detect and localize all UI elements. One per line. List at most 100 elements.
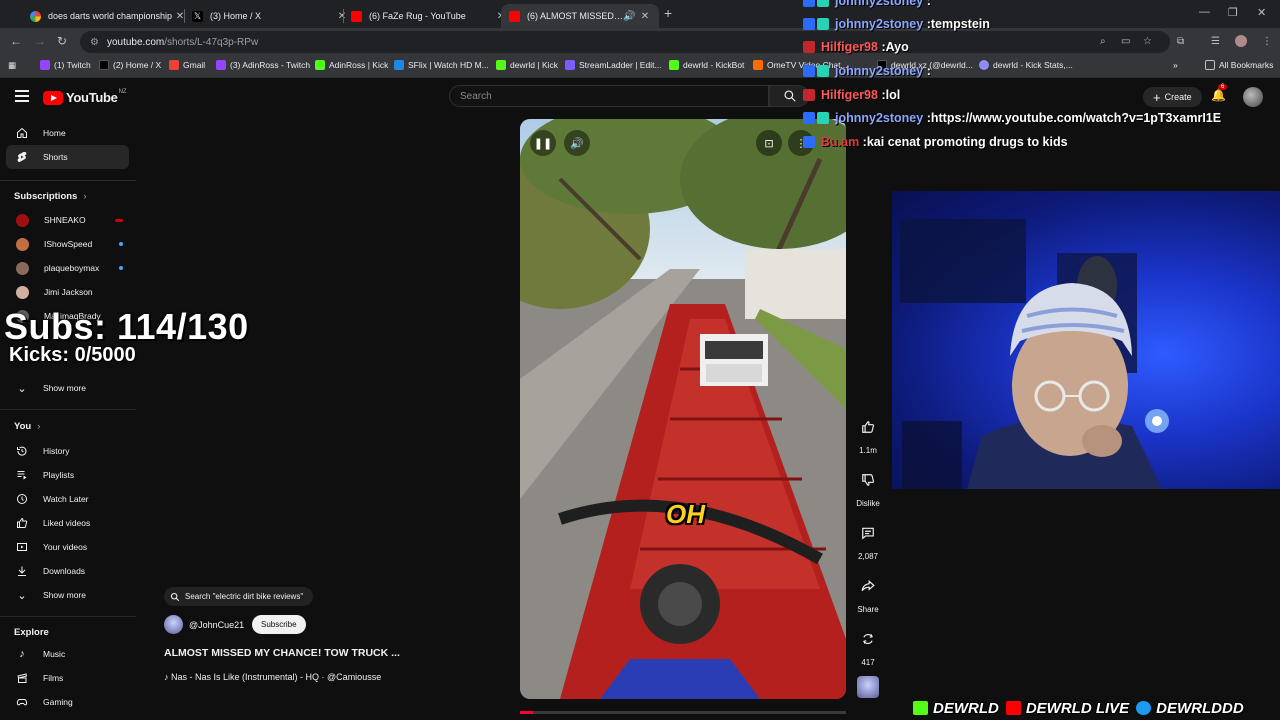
sidebar-subscription[interactable]: plaqueboymax: [6, 256, 129, 280]
speaker-icon[interactable]: 🔊: [623, 11, 635, 22]
sidebar-item-history[interactable]: History: [6, 439, 129, 463]
share-button[interactable]: Share: [851, 572, 885, 614]
you-header[interactable]: You ›: [14, 421, 40, 432]
sidebar-item-shorts[interactable]: Shorts: [6, 145, 129, 169]
folder-icon: [1205, 60, 1215, 70]
url-path: /shorts/L-47q3p-RPw: [164, 36, 259, 48]
search-suggestion-chip[interactable]: Search "electric dirt bike reviews": [164, 587, 314, 606]
home-icon: [16, 127, 28, 139]
bookmark-item[interactable]: dewrld - Kick Stats,...: [979, 60, 1073, 70]
site-info-icon[interactable]: ⚙: [90, 37, 99, 48]
back-icon[interactable]: ←: [10, 34, 22, 48]
sidebar-subscription[interactable]: IShowSpeed: [6, 232, 129, 256]
profile-avatar[interactable]: [1235, 35, 1247, 47]
video-progress-bar[interactable]: [520, 711, 846, 714]
account-avatar[interactable]: [1243, 87, 1263, 107]
kicks-goal-overlay: Kicks: 0/5000: [9, 344, 136, 366]
films-icon: [16, 672, 28, 684]
sidebar-item-films[interactable]: Films: [6, 666, 129, 690]
twitter-bird-icon: [1136, 701, 1152, 715]
thumbs-up-icon: [854, 413, 882, 441]
bookmark-item[interactable]: (2) Home / X: [99, 60, 161, 70]
create-button[interactable]: + Create: [1143, 87, 1202, 107]
sidebar-item-liked-videos[interactable]: Liked videos: [6, 511, 129, 535]
sidebar-item-playlists[interactable]: Playlists: [6, 463, 129, 487]
volume-button[interactable]: 🔊: [564, 130, 590, 156]
sidebar-item-downloads[interactable]: Downloads: [6, 559, 129, 583]
bookmark-item[interactable]: dewrld | Kick: [496, 60, 558, 70]
kick-icon: [669, 60, 679, 70]
youtube-logo[interactable]: YouTube NZ: [43, 89, 127, 105]
minimize-button[interactable]: —: [1199, 6, 1210, 18]
sidebar-item-gaming[interactable]: Gaming: [6, 690, 129, 714]
browser-tab-active[interactable]: (6) ALMOST MISSED MY CH 🔊 ✕: [501, 4, 659, 28]
browser-tab-faze-rug[interactable]: (6) FaZe Rug - YouTube ✕: [343, 4, 515, 28]
window-close-button[interactable]: ✕: [1257, 6, 1266, 19]
sidebar-subscription[interactable]: SHNEAKO: [6, 208, 129, 232]
hamburger-menu-icon[interactable]: [15, 90, 29, 102]
bookmarks-overflow-icon[interactable]: »: [1173, 60, 1178, 70]
captions-button[interactable]: ⊡: [756, 130, 782, 156]
webcam-frame: [900, 219, 1169, 489]
comment-icon: [854, 519, 882, 547]
sidebar-item-music[interactable]: ♪ Music: [6, 642, 129, 666]
extensions-icon[interactable]: ⧉: [1177, 36, 1184, 47]
zoom-icon[interactable]: ⌕: [1100, 36, 1106, 47]
sound-avatar[interactable]: [857, 676, 879, 698]
bookmark-item[interactable]: SFlix | Watch HD M...: [394, 60, 489, 70]
sidebar-item-your-videos[interactable]: Your videos: [6, 535, 129, 559]
bookmark-item[interactable]: AdinRoss | Kick: [315, 60, 388, 70]
comments-button[interactable]: 2,087: [851, 519, 885, 561]
sidebar-item-home[interactable]: Home: [6, 121, 129, 145]
sidebar-item-watch-later[interactable]: Watch Later: [6, 487, 129, 511]
pause-button[interactable]: ❚❚: [530, 130, 556, 156]
show-more-subscriptions[interactable]: ⌄ Show more: [6, 376, 129, 400]
address-bar[interactable]: ⚙ youtube.com/shorts/L-47q3p-RPw: [80, 31, 1170, 53]
notifications-bell-icon[interactable]: 🔔: [1211, 88, 1226, 102]
subscribe-button[interactable]: Subscribe: [252, 615, 306, 634]
x-icon: [99, 60, 109, 70]
verified-badge-icon: [803, 65, 815, 77]
bookmark-item[interactable]: StreamLadder | Edit...: [565, 60, 662, 70]
twitch-icon: [40, 60, 50, 70]
reload-icon[interactable]: ↻: [57, 34, 67, 48]
remix-button[interactable]: 417: [851, 625, 885, 667]
channel-name[interactable]: @JohnCue21: [189, 620, 244, 630]
all-bookmarks-button[interactable]: All Bookmarks: [1205, 60, 1273, 70]
like-button[interactable]: 1.1m: [851, 413, 885, 455]
short-video-player[interactable]: OH ❚❚ 🔊 ⊡ ⋮: [520, 119, 846, 699]
channel-avatar[interactable]: [164, 615, 183, 634]
bookmark-item[interactable]: dewrld - KickBot: [669, 60, 744, 70]
avatar: [16, 237, 29, 251]
short-title[interactable]: ALMOST MISSED MY CHANCE! TOW TRUCK ...: [164, 647, 400, 659]
browser-tab-x[interactable]: 𝕏 (3) Home / X ✕: [184, 4, 356, 28]
youtube-play-icon: [43, 90, 63, 105]
like-count: 1.1m: [859, 446, 877, 455]
restore-button[interactable]: ❐: [1228, 6, 1238, 19]
subscriptions-header[interactable]: Subscriptions ›: [14, 191, 87, 202]
apps-grid-icon[interactable]: ▦: [8, 60, 16, 71]
browser-tab-google[interactable]: does darts world championship ✕: [22, 4, 194, 28]
browser-toolbar: ← → ↻ ⚙ youtube.com/shorts/L-47q3p-RPw ⌕…: [0, 28, 1280, 56]
show-more-you[interactable]: ⌄ Show more: [6, 583, 129, 607]
forward-icon[interactable]: →: [34, 34, 46, 48]
sidebar-subscription[interactable]: Jimi Jackson: [6, 280, 129, 304]
new-content-dot: [119, 242, 123, 246]
menu-kebab-icon[interactable]: ⋮: [1262, 36, 1272, 47]
verified-badge-icon: [803, 112, 815, 124]
bookmark-item[interactable]: (1) Twitch: [40, 60, 91, 70]
new-tab-button[interactable]: +: [664, 5, 672, 21]
search-input[interactable]: Search: [449, 85, 769, 107]
media-icon[interactable]: ☰: [1211, 36, 1220, 47]
short-audio[interactable]: ♪ Nas - Nas Is Like (Instrumental) - HQ …: [164, 672, 381, 682]
bookmark-item[interactable]: Gmail: [169, 60, 205, 70]
twitch-icon: [216, 60, 226, 70]
avatar: [16, 285, 29, 299]
bookmark-item[interactable]: (3) AdinRoss - Twitch: [216, 60, 310, 70]
close-icon[interactable]: ✕: [639, 11, 651, 22]
bookmark-star-icon[interactable]: ☆: [1143, 36, 1152, 47]
search-icon: [784, 90, 796, 102]
cast-icon[interactable]: ▭: [1121, 36, 1130, 47]
dislike-button[interactable]: Dislike: [851, 466, 885, 508]
captions-icon: ⊡: [764, 137, 774, 150]
